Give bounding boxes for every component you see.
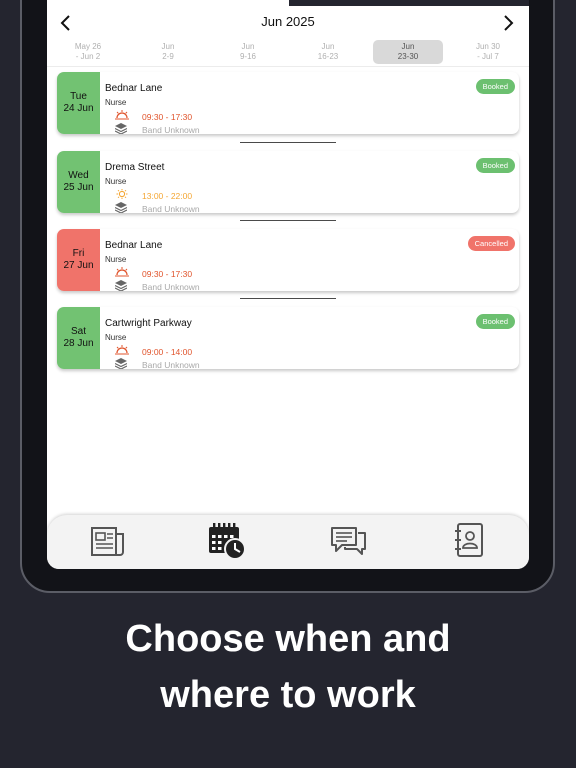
week-tab-line1: Jun — [161, 42, 175, 51]
week-selector: May 26- Jun 2 Jun 2-9 Jun 9-16 Jun 16-23 Ju… — [47, 40, 529, 64]
shift-location: Bednar Lane — [105, 83, 163, 94]
shift-date: Sat 28 Jun — [57, 307, 100, 369]
shift-location: Bednar Lane — [105, 240, 163, 251]
divider — [240, 220, 336, 221]
shift-card[interactable]: Sat 28 Jun Cartwright Parkway Nurse 09:00… — [57, 307, 519, 369]
shift-band: Band Unknown — [142, 204, 200, 213]
shift-day: Wed — [68, 170, 89, 181]
shift-role: Nurse — [105, 333, 127, 342]
sunrise-icon — [115, 345, 129, 355]
layers-icon — [115, 280, 127, 291]
status-strip — [289, 0, 529, 6]
chevron-right-icon — [504, 15, 514, 31]
status-badge: Booked — [475, 158, 515, 173]
divider — [240, 298, 336, 299]
week-tab-line1: Jun — [241, 42, 255, 51]
contacts-book-icon — [455, 523, 483, 557]
shift-date: Wed 25 Jun — [57, 151, 100, 213]
shift-day: Sat — [70, 326, 86, 337]
week-tab-active[interactable]: Jun 23-30 — [373, 40, 443, 64]
calendar-clock-icon — [209, 523, 246, 560]
month-title: Jun 2025 — [261, 14, 315, 29]
shift-time: 09:30 - 17:30 — [142, 112, 193, 122]
week-tab[interactable]: Jun 16-23 — [293, 40, 363, 64]
status-badge: Booked — [475, 314, 515, 329]
tab-contacts[interactable] — [449, 521, 489, 561]
week-tab-line2: - Jun 2 — [75, 52, 101, 61]
shift-card[interactable]: Fri 27 Jun Bednar Lane Nurse 09:30 - 17:3… — [57, 229, 519, 291]
shift-time: 09:30 - 17:30 — [142, 269, 193, 279]
week-tab-line1: Jun 30 — [475, 42, 501, 51]
shift-band: Band Unknown — [142, 282, 200, 291]
shift-band: Band Unknown — [142, 360, 200, 369]
week-tab-line2: 9-16 — [239, 52, 256, 61]
shift-date-text: 25 Jun — [63, 182, 94, 193]
week-tab[interactable]: Jun 9-16 — [213, 40, 283, 64]
shift-band: Band Unknown — [142, 125, 200, 134]
shift-date: Fri 27 Jun — [57, 229, 100, 291]
sun-icon — [116, 189, 128, 199]
shift-date-text: 28 Jun — [63, 338, 94, 349]
week-tab-line2: 16-23 — [317, 52, 339, 61]
shift-card[interactable]: Tue 24 Jun Bednar Lane Nurse 09:30 - 17:3… — [57, 72, 519, 134]
shift-date-text: 27 Jun — [63, 260, 94, 271]
chat-bubbles-icon — [331, 527, 366, 555]
shift-card[interactable]: Wed 25 Jun Drema Street Nurse 13:00 - 22:… — [57, 151, 519, 213]
next-month-button[interactable] — [495, 10, 521, 36]
week-tab-line2: 2-9 — [162, 52, 174, 61]
sunrise-icon — [115, 110, 129, 120]
bottom-tab-bar — [47, 515, 529, 569]
app-screen: Jun 2025 May 26- Jun 2 Jun 2-9 Jun 9-16 Ju… — [47, 0, 529, 569]
shift-day: Tue — [70, 91, 87, 102]
promo-headline-line1: Choose when and — [125, 618, 451, 660]
week-tab-line1: Jun — [321, 42, 335, 51]
week-tab[interactable]: Jun 2-9 — [133, 40, 203, 64]
shift-date: Tue 24 Jun — [57, 72, 100, 134]
week-tab-line1: May 26 — [74, 42, 102, 51]
layers-icon — [115, 123, 127, 134]
layers-icon — [115, 202, 127, 213]
month-navigator: Jun 2025 — [47, 10, 529, 36]
week-tab-line2: - Jul 7 — [477, 52, 499, 61]
tab-schedule[interactable] — [207, 521, 247, 561]
newspaper-icon — [91, 527, 124, 556]
status-badge: Cancelled — [467, 236, 515, 251]
promo-headline-line2: where to work — [160, 674, 416, 716]
shift-location: Drema Street — [105, 162, 165, 173]
shift-role: Nurse — [105, 98, 127, 107]
tab-messages[interactable] — [329, 521, 369, 561]
shift-day: Fri — [72, 248, 85, 259]
shift-location: Cartwright Parkway — [105, 318, 192, 329]
week-tab-line1: Jun — [401, 42, 415, 51]
week-tab[interactable]: May 26- Jun 2 — [53, 40, 123, 64]
week-tab-line2: 23-30 — [397, 52, 419, 61]
layers-icon — [115, 358, 127, 369]
divider — [47, 66, 529, 67]
status-badge: Booked — [475, 79, 515, 94]
week-tab[interactable]: Jun 30- Jul 7 — [453, 40, 523, 64]
divider — [240, 142, 336, 143]
shift-date-text: 24 Jun — [63, 103, 94, 114]
shift-time: 09:00 - 14:00 — [142, 347, 193, 357]
sunrise-icon — [115, 267, 129, 277]
shift-role: Nurse — [105, 255, 127, 264]
shift-time: 13:00 - 22:00 — [142, 191, 193, 201]
tab-news[interactable] — [88, 521, 128, 561]
shift-role: Nurse — [105, 177, 127, 186]
